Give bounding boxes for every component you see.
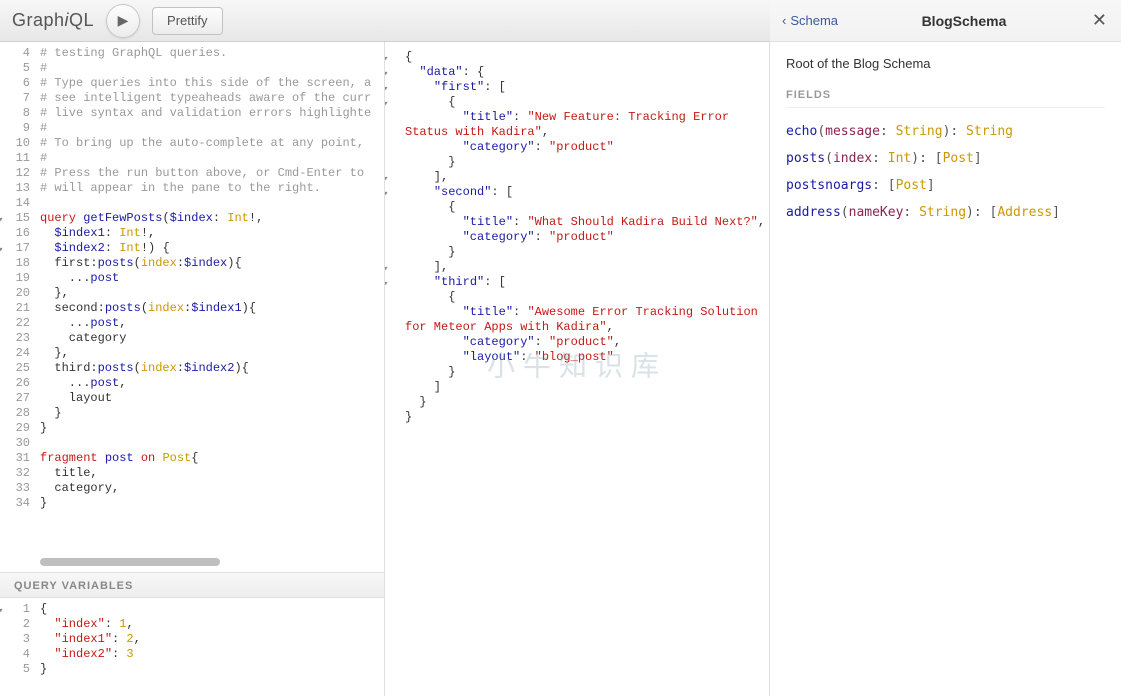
query-variables-header[interactable]: QUERY VARIABLES	[0, 572, 384, 598]
result-pane[interactable]: ▾▾▾▾▾▾▾▾ { "data": { "first": [ { "title…	[385, 42, 770, 696]
app-logo: GraphiQL	[12, 10, 94, 31]
close-icon: ✕	[1092, 10, 1107, 30]
docs-field-row[interactable]: echo(message: String): String	[786, 118, 1105, 145]
variables-code[interactable]: { "index": 1, "index1": 2, "index2": 3}	[34, 598, 384, 696]
chevron-left-icon: ‹	[782, 13, 786, 28]
query-editor[interactable]: 456789101112131415▾1617▾1819202122232425…	[0, 42, 384, 556]
result-code: { "data": { "first": [ { "title": "New F…	[399, 46, 769, 692]
docs-section-label: FIELDS	[786, 89, 1105, 108]
query-gutter: 456789101112131415▾1617▾1819202122232425…	[0, 42, 34, 556]
query-variables-editor[interactable]: 1▾2345 { "index": 1, "index1": 2, "index…	[0, 598, 384, 696]
docs-panel: ‹ Schema BlogSchema ✕ Root of the Blog S…	[770, 42, 1121, 696]
play-icon: ▶	[118, 12, 129, 29]
result-gutter: ▾▾▾▾▾▾▾▾	[385, 46, 399, 692]
prettify-button[interactable]: Prettify	[152, 7, 222, 35]
docs-back-button[interactable]: ‹ Schema	[782, 13, 838, 28]
variables-gutter: 1▾2345	[0, 598, 34, 696]
docs-field-row[interactable]: posts(index: Int): [Post]	[786, 145, 1105, 172]
docs-header: ‹ Schema BlogSchema ✕	[770, 0, 1121, 42]
main-area: 456789101112131415▾1617▾1819202122232425…	[0, 42, 1121, 696]
docs-back-label: Schema	[790, 13, 838, 28]
run-button[interactable]: ▶	[106, 4, 140, 38]
editor-horizontal-scrollbar[interactable]	[40, 558, 344, 568]
docs-description: Root of the Blog Schema	[786, 56, 1105, 71]
docs-title: BlogSchema	[838, 13, 1090, 29]
docs-close-button[interactable]: ✕	[1090, 10, 1109, 31]
docs-field-list: echo(message: String): Stringposts(index…	[786, 118, 1105, 226]
query-code[interactable]: # testing GraphQL queries.## Type querie…	[34, 42, 384, 556]
docs-field-row[interactable]: postsnoargs: [Post]	[786, 172, 1105, 199]
left-column: 456789101112131415▾1617▾1819202122232425…	[0, 42, 385, 696]
docs-body: Root of the Blog Schema FIELDS echo(mess…	[770, 42, 1121, 240]
docs-field-row[interactable]: address(nameKey: String): [Address]	[786, 199, 1105, 226]
